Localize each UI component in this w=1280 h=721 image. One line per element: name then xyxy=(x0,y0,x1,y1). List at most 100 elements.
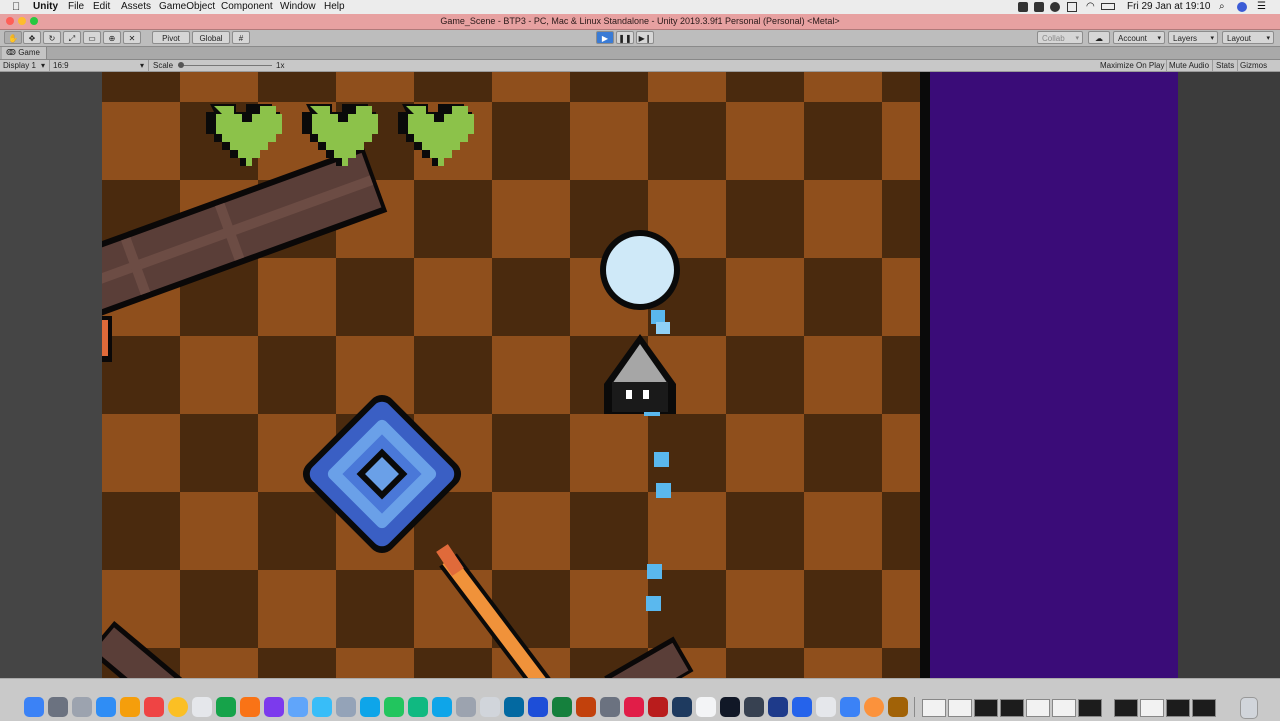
trash-icon[interactable] xyxy=(1240,697,1258,719)
vscode-icon[interactable] xyxy=(792,697,812,717)
collab-dropdown[interactable]: Collab xyxy=(1037,31,1083,45)
control-center-icon[interactable]: ☰ xyxy=(1257,1,1266,12)
app-icon[interactable] xyxy=(816,697,836,717)
app-icon[interactable] xyxy=(864,697,884,717)
excel-icon[interactable] xyxy=(552,697,572,717)
music-app-icon[interactable] xyxy=(144,697,164,717)
outlook-icon[interactable] xyxy=(504,697,524,717)
steam-icon[interactable] xyxy=(768,697,788,717)
window-thumbnail[interactable] xyxy=(1026,699,1050,717)
apple-menu-icon[interactable]:  xyxy=(12,1,20,13)
archive-app-icon[interactable] xyxy=(336,697,356,717)
preview-icon[interactable] xyxy=(288,697,308,717)
books-icon[interactable] xyxy=(240,697,260,717)
menu-edit[interactable]: Edit xyxy=(93,1,110,13)
menu-help[interactable]: Help xyxy=(324,1,345,13)
mute-audio-toggle[interactable]: Mute Audio xyxy=(1169,60,1209,71)
aspect-chevron-icon[interactable]: ▾ xyxy=(140,60,144,71)
status-icon-3[interactable] xyxy=(1050,2,1060,12)
rotate-tool-icon[interactable]: ↻ xyxy=(43,31,61,44)
window-thumbnail[interactable] xyxy=(1052,699,1076,717)
aspect-dropdown[interactable]: 16:9 xyxy=(53,60,69,71)
snap-icon[interactable]: # xyxy=(232,31,250,44)
pivot-button[interactable]: Pivot xyxy=(152,31,190,44)
pause-button[interactable]: ❚❚ xyxy=(616,31,634,44)
safari-icon[interactable] xyxy=(432,697,452,717)
menu-assets[interactable]: Assets xyxy=(121,1,151,13)
window-thumbnail[interactable] xyxy=(1166,699,1190,717)
app-icon[interactable] xyxy=(600,697,620,717)
unity-icon[interactable] xyxy=(720,697,740,717)
menu-clock[interactable]: Fri 29 Jan at 19:10 xyxy=(1127,1,1210,13)
wifi-icon[interactable]: ◠ xyxy=(1086,1,1095,12)
unity-hub-icon[interactable] xyxy=(696,697,716,717)
window-thumbnail[interactable] xyxy=(1000,699,1024,717)
display-icon[interactable] xyxy=(1067,2,1077,12)
step-button[interactable]: ▶❙ xyxy=(636,31,654,44)
skype-icon[interactable] xyxy=(360,697,380,717)
messages-icon[interactable] xyxy=(384,697,404,717)
window-thumbnail[interactable] xyxy=(1192,699,1216,717)
hand-tool-icon[interactable]: ✋ xyxy=(4,31,22,44)
menu-component[interactable]: Component xyxy=(221,1,273,13)
stats-toggle[interactable]: Stats xyxy=(1216,60,1234,71)
system-preferences-icon[interactable] xyxy=(72,697,92,717)
window-thumbnail[interactable] xyxy=(1114,699,1138,717)
game-viewport[interactable] xyxy=(0,72,1280,678)
window-thumbnail[interactable] xyxy=(1140,699,1164,717)
battery-icon[interactable] xyxy=(1101,3,1115,10)
numbers-icon[interactable] xyxy=(216,697,236,717)
rect-tool-icon[interactable]: ▭ xyxy=(83,31,101,44)
app-icon[interactable] xyxy=(480,697,500,717)
maximize-on-play-toggle[interactable]: Maximize On Play xyxy=(1100,60,1164,71)
window-thumbnail[interactable] xyxy=(974,699,998,717)
scale-tool-icon[interactable]: ⤢ xyxy=(63,31,81,44)
quicktime-icon[interactable] xyxy=(672,697,692,717)
display-dropdown[interactable]: Display 1 xyxy=(3,60,36,71)
app-icon[interactable] xyxy=(888,697,908,717)
display-chevron-icon[interactable]: ▾ xyxy=(41,60,45,71)
window-thumbnail[interactable] xyxy=(948,699,972,717)
menu-file[interactable]: File xyxy=(68,1,84,13)
facetime-icon[interactable] xyxy=(408,697,428,717)
app-icon[interactable] xyxy=(744,697,764,717)
app-icon[interactable] xyxy=(648,697,668,717)
cloud-icon[interactable]: ☁ xyxy=(1088,31,1110,44)
chrome-icon[interactable] xyxy=(168,697,188,717)
launchpad-icon[interactable] xyxy=(48,697,68,717)
menu-gameobject[interactable]: GameObject xyxy=(159,1,215,13)
custom-tool-icon[interactable]: ✕ xyxy=(123,31,141,44)
wooden-log xyxy=(604,636,694,678)
global-label: Global xyxy=(199,34,223,43)
siri-icon[interactable] xyxy=(1237,2,1247,12)
search-icon[interactable]: ⌕ xyxy=(1219,1,1225,12)
global-button[interactable]: Global xyxy=(192,31,230,44)
account-dropdown[interactable]: Account xyxy=(1113,31,1165,45)
transform-tool-icon[interactable]: ⊕ xyxy=(103,31,121,44)
layout-dropdown[interactable]: Layout xyxy=(1222,31,1274,45)
scale-slider-thumb[interactable] xyxy=(178,62,184,68)
notes-icon[interactable] xyxy=(192,697,212,717)
photos-icon[interactable] xyxy=(120,697,140,717)
menu-window[interactable]: Window xyxy=(280,1,316,13)
window-thumbnail[interactable] xyxy=(1078,699,1102,717)
tab-game[interactable]: ↂ Game xyxy=(2,47,47,59)
gizmos-dropdown[interactable]: Gizmos xyxy=(1240,60,1267,71)
scale-slider-track[interactable] xyxy=(178,65,272,66)
word-icon[interactable] xyxy=(528,697,548,717)
itunes-icon[interactable] xyxy=(624,697,644,717)
app-icon[interactable] xyxy=(840,697,860,717)
status-icon-2[interactable] xyxy=(1034,2,1044,12)
app-menu[interactable]: Unity xyxy=(33,1,58,13)
play-button[interactable]: ▶ xyxy=(596,31,614,44)
app-store-icon[interactable] xyxy=(96,697,116,717)
image-app-icon[interactable] xyxy=(312,697,332,717)
finder-icon[interactable] xyxy=(24,697,44,717)
status-icon-1[interactable] xyxy=(1018,2,1028,12)
app-icon[interactable] xyxy=(456,697,476,717)
move-tool-icon[interactable]: ✥ xyxy=(23,31,41,44)
podcasts-icon[interactable] xyxy=(264,697,284,717)
layers-dropdown[interactable]: Layers xyxy=(1168,31,1218,45)
window-thumbnail[interactable] xyxy=(922,699,946,717)
powerpoint-icon[interactable] xyxy=(576,697,596,717)
